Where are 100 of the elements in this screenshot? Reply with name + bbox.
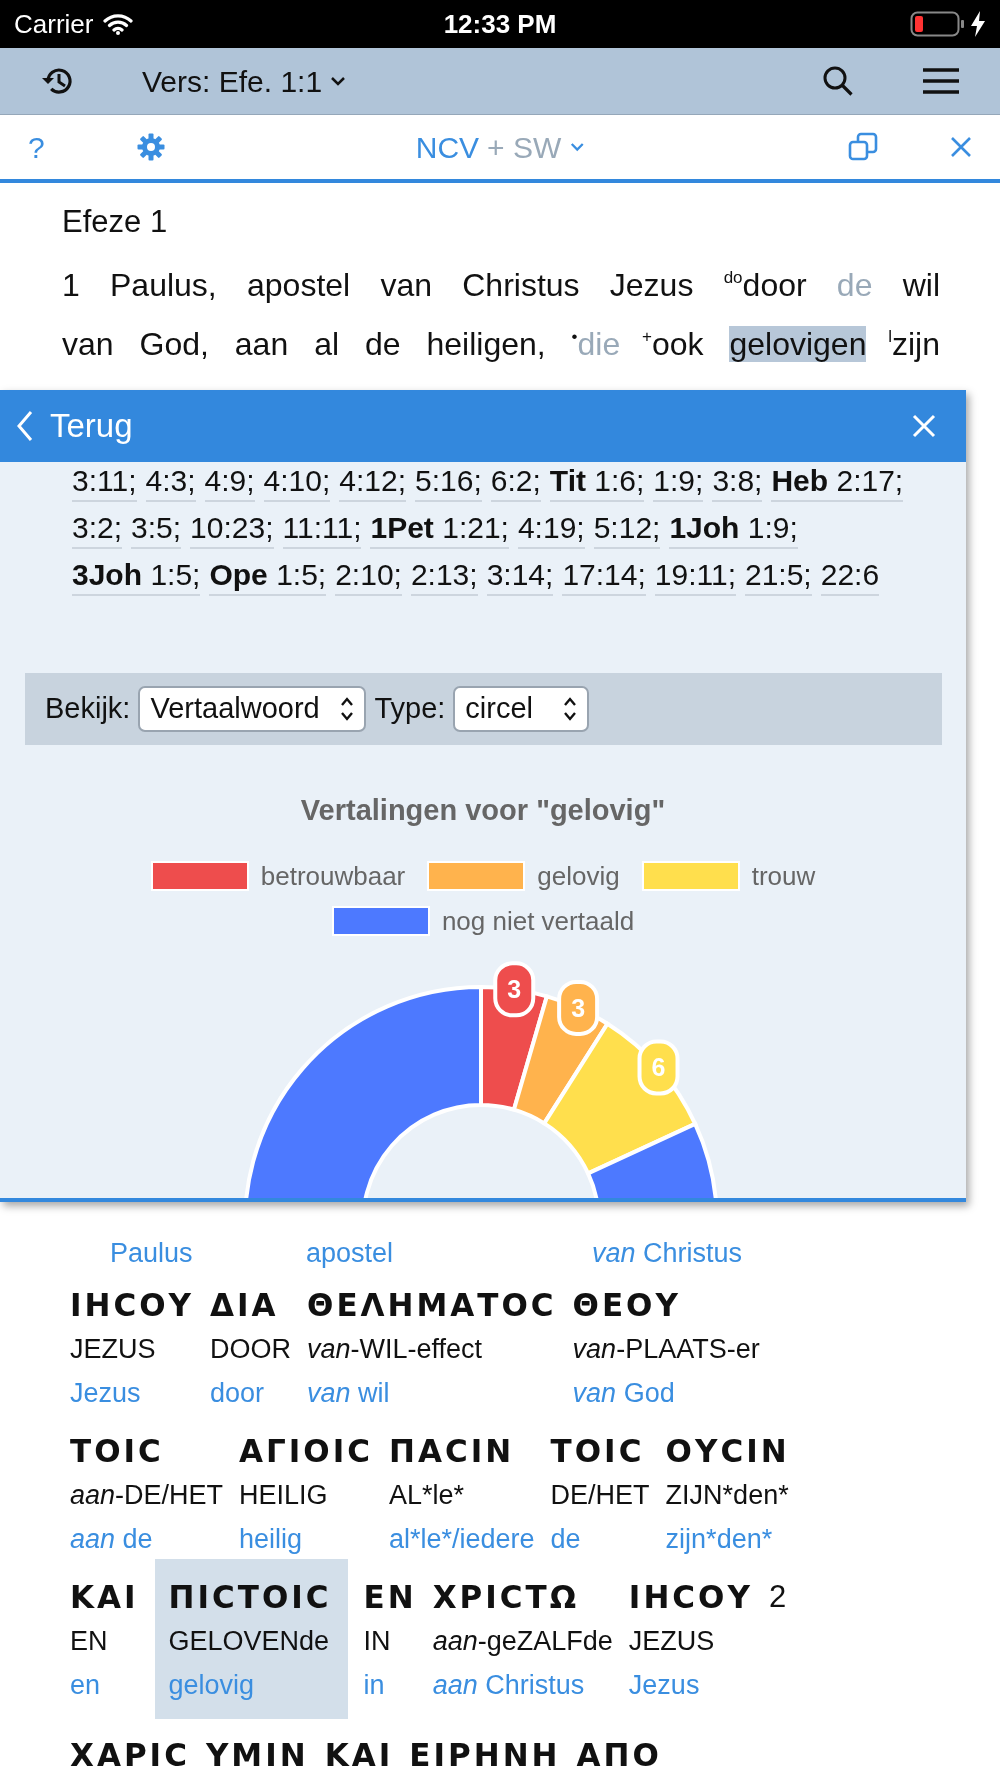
- reference-link[interactable]: 3:2;: [72, 509, 123, 549]
- interlinear-word[interactable]: ΘΕΟΥ van-PLAATS-er van God: [572, 1283, 760, 1416]
- up-down-arrows-icon: [563, 696, 578, 722]
- reference-link[interactable]: 2:10;: [335, 556, 402, 596]
- interlinear-word[interactable]: ΕΝ IN in: [363, 1575, 417, 1720]
- word-gloss: EN: [70, 1625, 108, 1659]
- reference-link[interactable]: 19:11;: [654, 556, 736, 596]
- interlinear-word[interactable]: ΠΑϹΙΝ AL*le* al*le*/iedere: [389, 1429, 535, 1562]
- word-gloss: AL*le*: [389, 1479, 465, 1513]
- greek-word: ΑΓΙΟΙϹ: [239, 1432, 373, 1472]
- interlinear-word[interactable]: ΤΟΙϹ DE/HET de: [550, 1429, 650, 1562]
- greek-word: ΕΙΡΗΝΗ: [409, 1736, 561, 1776]
- verse-text: 1 Paulus, apostel van Christus Jezus $^{do}$door de wil van God, aan al de heiligen, $^{•}$die $^{+}$ook gelovigen $^{l}$zijn: [62, 266, 940, 365]
- greek-word: ΔΙΑ: [210, 1286, 279, 1326]
- wifi-icon: [103, 13, 134, 35]
- reference-link[interactable]: 3:8;: [712, 462, 763, 502]
- greek-word: ΧΡΙϹΤΩ: [432, 1578, 580, 1618]
- clock: 12:33 PM: [443, 7, 557, 41]
- word-gloss: DOOR: [210, 1333, 292, 1367]
- word-gloss: van-PLAATS-er: [572, 1333, 760, 1367]
- reference-link[interactable]: 2:13;: [410, 556, 478, 596]
- reference-link[interactable]: 3Joh 1:5;: [72, 556, 201, 596]
- menu-icon[interactable]: [922, 67, 960, 95]
- legend-label: gelovig: [537, 859, 620, 893]
- greek-word: ΘΕΟΥ: [572, 1286, 681, 1326]
- reference-link[interactable]: 10:23;: [190, 509, 274, 549]
- greek-word: ΟΥϹΙΝ: [665, 1432, 790, 1472]
- selected-word[interactable]: ΠΙϹΤΟΙϹ GELOVENde gelovig: [154, 1559, 348, 1720]
- word-gloss: DE/HET: [550, 1479, 650, 1513]
- reference-link[interactable]: 4:12;: [339, 462, 407, 502]
- settings-icon[interactable]: [136, 133, 165, 161]
- word-gloss: HEILIG: [239, 1479, 328, 1513]
- interlinear-word[interactable]: ΔΙΑ DOOR door: [210, 1283, 292, 1416]
- greek-word: ΠΑϹΙΝ: [389, 1432, 515, 1472]
- reference-link[interactable]: 4:9;: [204, 462, 255, 502]
- charging-bolt-icon: [970, 11, 986, 37]
- reference-link[interactable]: 4:19;: [517, 509, 585, 549]
- type-dropdown[interactable]: circel: [453, 686, 590, 732]
- data-label: 3: [557, 979, 600, 1036]
- battery-icon: [910, 11, 966, 37]
- interlinear-word[interactable]: ΧΡΙϹΤΩ aan-geZALFde aan Christus: [432, 1575, 613, 1720]
- greek-word: ΠΙϹΤΟΙϹ: [168, 1578, 332, 1618]
- interlinear-word[interactable]: ΙΗϹΟΥ JEZUS Jezus: [70, 1283, 195, 1416]
- greek-word: ΙΗϹΟΥ: [628, 1578, 753, 1618]
- greek-word: ΑΠΟ: [576, 1736, 662, 1776]
- greek-word: ΚΑΙ: [324, 1736, 394, 1776]
- type-label: Type:: [374, 691, 446, 727]
- greek-word: ΧΑΡΙϹ: [70, 1736, 190, 1776]
- view-dropdown[interactable]: Vertaalwoord: [138, 686, 367, 732]
- reference-link[interactable]: 3:14;: [486, 556, 554, 596]
- back-button[interactable]: Terug: [16, 401, 133, 451]
- word-gloss: aan-geZALFde: [432, 1625, 613, 1659]
- data-label: 3: [493, 960, 536, 1017]
- reference-link[interactable]: 11:11;: [282, 509, 362, 549]
- word-gloss: GELOVENde: [168, 1625, 330, 1659]
- legend-label: nog niet vertaald: [441, 904, 635, 938]
- word-gloss: JEZUS: [70, 1333, 156, 1367]
- interlinear-word[interactable]: ΟΥϹΙΝ ZIJN*den* zijn*den*: [665, 1429, 790, 1562]
- greek-word: ΙΗϹΟΥ: [70, 1286, 195, 1326]
- verse-number: 2: [768, 1578, 790, 1617]
- word-gloss: ZIJN*den*: [665, 1479, 789, 1513]
- reference-link[interactable]: Tit 1:6;: [549, 462, 645, 502]
- reference-link[interactable]: Ope 1:5;: [209, 556, 327, 596]
- greek-word: ΤΟΙϹ: [70, 1432, 164, 1472]
- interlinear-word[interactable]: ΙΗϹΟΥ JEZUS Jezus: [628, 1575, 753, 1720]
- up-down-arrows-icon: [340, 696, 355, 722]
- word-gloss: JEZUS: [628, 1625, 715, 1659]
- reference-link[interactable]: 17:14;: [562, 556, 646, 596]
- reference-link[interactable]: 22:6: [820, 556, 880, 596]
- reference-link[interactable]: 5:16;: [415, 462, 482, 502]
- greek-word: ΕΝ: [363, 1578, 417, 1618]
- reference-link[interactable]: 1:9;: [653, 462, 704, 502]
- reference-link[interactable]: Heb 2:17;: [771, 462, 904, 502]
- verse-picker[interactable]: Vers: Efe. 1:1: [142, 58, 347, 104]
- reference-link[interactable]: 21:5;: [745, 556, 812, 596]
- chapter-title: Efeze 1: [61, 203, 169, 241]
- view-label: Bekijk:: [45, 691, 131, 727]
- greek-word: ΤΟΙϹ: [550, 1432, 645, 1472]
- greek-word: ΚΑΙ: [70, 1578, 139, 1618]
- reference-link[interactable]: 3:11;: [72, 462, 137, 502]
- interlinear-word[interactable]: ΤΟΙϹ aan-DE/HET aan de: [70, 1429, 224, 1562]
- reference-link[interactable]: 4:10;: [263, 462, 331, 502]
- carrier-label: Carrier: [14, 7, 94, 41]
- reference-link[interactable]: 1Pet 1:21;: [370, 509, 509, 549]
- close-icon[interactable]: [950, 136, 972, 158]
- greek-word: ΘΕΛΗΜΑΤΟϹ: [307, 1286, 557, 1326]
- interlinear-word[interactable]: ΚΑΙ EN en: [70, 1575, 139, 1720]
- reference-link[interactable]: 6:2;: [490, 462, 541, 502]
- chart-title: Vertalingen voor "gelovig": [299, 793, 667, 828]
- reference-link[interactable]: 1Joh 1:9;: [669, 509, 798, 549]
- reference-link[interactable]: 4:3;: [145, 462, 196, 502]
- reference-link[interactable]: 3:5;: [131, 509, 182, 549]
- reference-link[interactable]: 5:12;: [593, 509, 661, 549]
- interlinear-word[interactable]: ΘΕΛΗΜΑΤΟϹ van-WIL-effect van wil: [307, 1283, 557, 1416]
- chevron-down-icon: [330, 76, 347, 86]
- search-icon[interactable]: [822, 65, 854, 97]
- legend-label: betrouwbaar: [260, 859, 406, 893]
- copy-icon[interactable]: [848, 132, 878, 162]
- word-gloss: van-WIL-effect: [307, 1333, 483, 1367]
- interlinear-word[interactable]: ΑΓΙΟΙϹ HEILIG heilig: [239, 1429, 373, 1562]
